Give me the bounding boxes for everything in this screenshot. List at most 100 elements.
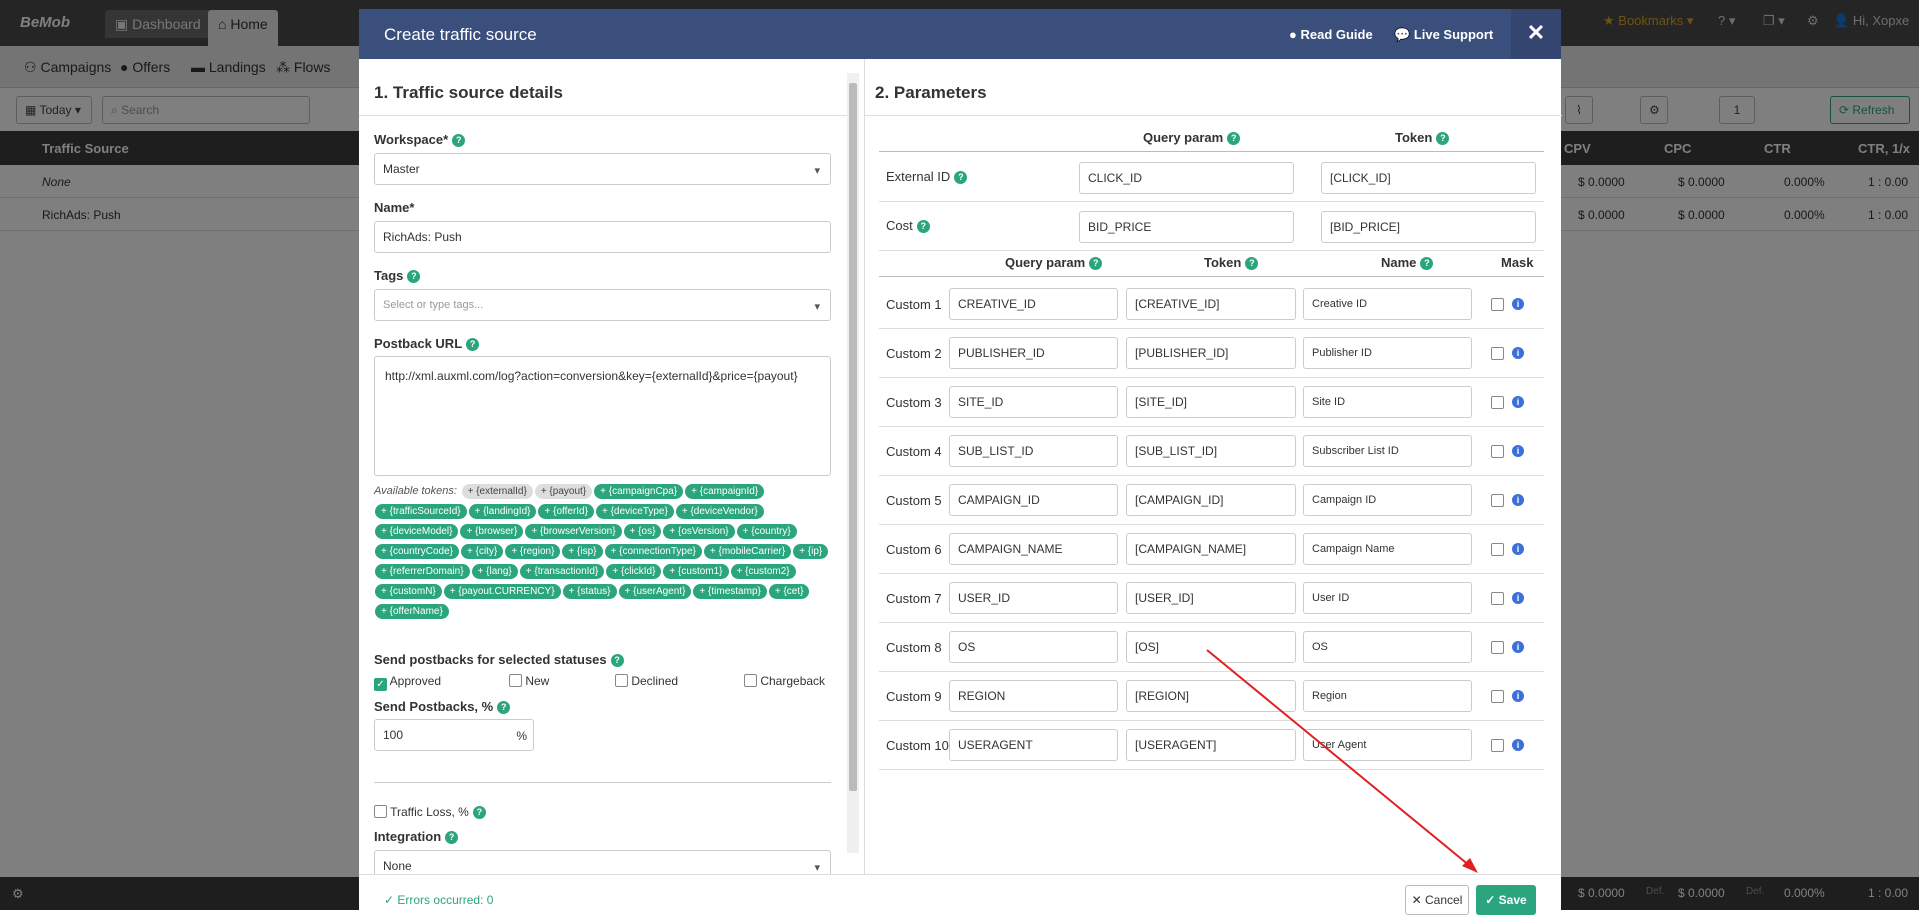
token-chip[interactable]: + {timestamp} [693,584,767,599]
read-guide-link[interactable]: ● Read Guide [1289,27,1373,42]
custom-token-input[interactable]: [SITE_ID] [1126,386,1296,418]
info-icon[interactable]: i [1512,494,1524,506]
custom-name-input[interactable]: User Agent [1303,729,1472,761]
status-chargeback[interactable]: Chargeback [744,674,825,688]
send-pct-input[interactable]: 100% [374,719,534,751]
custom-name-input[interactable]: OS [1303,631,1472,663]
integration-select[interactable]: None ▾ [374,850,831,874]
cost-query-input[interactable]: BID_PRICE [1079,211,1294,243]
help-icon[interactable]: ? [1420,257,1434,270]
custom-name-input[interactable]: Creative ID [1303,288,1472,320]
token-chip[interactable]: + {cet} [768,584,810,599]
live-support-link[interactable]: 💬 Live Support [1394,27,1493,43]
custom-query-input[interactable]: CAMPAIGN_NAME [949,533,1118,565]
help-icon[interactable]: ? [466,338,480,351]
info-icon[interactable]: i [1512,347,1524,359]
mask-checkbox[interactable] [1491,347,1504,360]
help-icon[interactable]: ? [610,654,624,667]
postback-url-textarea[interactable]: http://xml.auxml.com/log?action=conversi… [374,356,831,476]
token-chip[interactable]: + {campaignId} [685,484,765,499]
token-chip[interactable]: + {lang} [471,564,518,579]
custom-query-input[interactable]: SITE_ID [949,386,1118,418]
token-chip[interactable]: + {externalId} [461,484,533,499]
save-button[interactable]: ✓ Save [1476,885,1536,915]
token-chip[interactable]: + {offerId} [538,504,594,519]
custom-query-input[interactable]: USER_ID [949,582,1118,614]
traffic-loss-toggle[interactable]: Traffic Loss, %? [374,805,486,819]
token-chip[interactable]: + {custom2} [730,564,796,579]
token-chip[interactable]: + {os} [623,524,662,539]
mask-checkbox[interactable] [1491,445,1504,458]
token-chip[interactable]: + {browser} [460,524,524,539]
help-icon[interactable]: ? [916,220,930,233]
info-icon[interactable]: i [1512,641,1524,653]
token-chip[interactable]: + {campaignCpa} [594,484,684,499]
token-chip[interactable]: + {isp} [562,544,603,559]
help-icon[interactable]: ? [1089,257,1103,270]
status-declined[interactable]: Declined [615,674,678,688]
token-chip[interactable]: + {browserVersion} [525,524,622,539]
help-icon[interactable]: ? [1227,132,1241,145]
token-chip[interactable]: + {trafficSourceId} [375,504,467,519]
token-chip[interactable]: + {offerName} [375,604,449,619]
custom-token-input[interactable]: [CAMPAIGN_ID] [1126,484,1296,516]
token-chip[interactable]: + {landingId} [468,504,537,519]
info-icon[interactable]: i [1512,396,1524,408]
token-chip[interactable]: + {region} [505,544,561,559]
mask-checkbox[interactable] [1491,592,1504,605]
token-chip[interactable]: + {connectionType} [604,544,702,559]
mask-checkbox[interactable] [1491,641,1504,654]
custom-name-input[interactable]: Subscriber List ID [1303,435,1472,467]
custom-token-input[interactable]: [CREATIVE_ID] [1126,288,1296,320]
help-icon[interactable]: ? [445,831,459,844]
help-icon[interactable]: ? [407,270,421,283]
external-id-query-input[interactable]: CLICK_ID [1079,162,1294,194]
cancel-button[interactable]: ✕ Cancel [1405,885,1469,915]
token-chip[interactable]: + {osVersion} [663,524,735,539]
custom-token-input[interactable]: [CAMPAIGN_NAME] [1126,533,1296,565]
help-icon[interactable]: ? [452,134,466,147]
mask-checkbox[interactable] [1491,298,1504,311]
token-chip[interactable]: + {userAgent} [618,584,692,599]
token-chip[interactable]: + {status} [562,584,617,599]
token-chip[interactable]: + {clickId} [606,564,662,579]
token-chip[interactable]: + {transactionId} [519,564,605,579]
mask-checkbox[interactable] [1491,543,1504,556]
checkbox-checked-icon[interactable]: ✓ [374,678,387,691]
custom-query-input[interactable]: USERAGENT [949,729,1118,761]
custom-name-input[interactable]: User ID [1303,582,1472,614]
scrollbar[interactable] [847,73,859,853]
help-icon[interactable]: ? [1436,132,1450,145]
status-approved[interactable]: ✓ Approved [374,674,441,691]
custom-token-input[interactable]: [OS] [1126,631,1296,663]
mask-checkbox[interactable] [1491,690,1504,703]
info-icon[interactable]: i [1512,298,1524,310]
custom-name-input[interactable]: Publisher ID [1303,337,1472,369]
custom-query-input[interactable]: REGION [949,680,1118,712]
help-icon[interactable]: ? [497,701,511,714]
token-chip[interactable]: + {deviceVendor} [675,504,764,519]
checkbox-icon[interactable] [615,674,628,687]
custom-query-input[interactable]: SUB_LIST_ID [949,435,1118,467]
token-chip[interactable]: + {country} [736,524,797,539]
token-chip[interactable]: + {deviceModel} [375,524,459,539]
scrollbar-thumb[interactable] [849,83,857,791]
info-icon[interactable]: i [1512,739,1524,751]
mask-checkbox[interactable] [1491,396,1504,409]
token-chip[interactable]: + {custom1} [663,564,729,579]
info-icon[interactable]: i [1512,543,1524,555]
token-chip[interactable]: + {countryCode} [375,544,459,559]
mask-checkbox[interactable] [1491,739,1504,752]
token-chip[interactable]: + {mobileCarrier} [703,544,792,559]
custom-token-input[interactable]: [PUBLISHER_ID] [1126,337,1296,369]
custom-token-input[interactable]: [USER_ID] [1126,582,1296,614]
custom-query-input[interactable]: PUBLISHER_ID [949,337,1118,369]
token-chip[interactable]: + {deviceType} [595,504,674,519]
help-icon[interactable]: ? [954,171,968,184]
mask-checkbox[interactable] [1491,494,1504,507]
custom-query-input[interactable]: CREATIVE_ID [949,288,1118,320]
token-chip[interactable]: + {payout} [534,484,593,499]
name-input[interactable]: RichAds: Push [374,221,831,253]
checkbox-icon[interactable] [509,674,522,687]
custom-token-input[interactable]: [REGION] [1126,680,1296,712]
